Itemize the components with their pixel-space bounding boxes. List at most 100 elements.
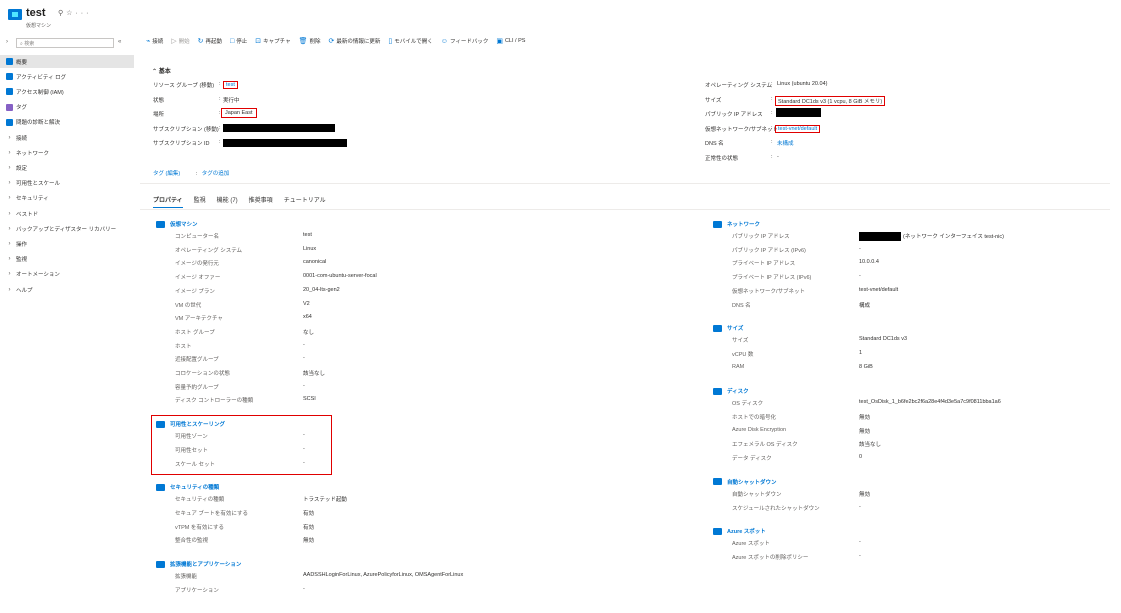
nav-item-label: 接続 bbox=[16, 135, 28, 142]
add-tags-link[interactable]: タグの追加 bbox=[202, 171, 230, 177]
property-label: パブリック IP アドレス bbox=[732, 234, 790, 240]
property-label: エフェメラル OS ディスク bbox=[732, 442, 798, 449]
section-header: 自動シャットダウン bbox=[713, 478, 777, 486]
property-label: RAM bbox=[732, 363, 745, 370]
log-icon bbox=[6, 73, 13, 81]
nav-item[interactable]: アクティビティ ログ bbox=[0, 70, 134, 83]
toolbar-button[interactable]: 🗑 削除 bbox=[299, 37, 321, 45]
section-title: サイズ bbox=[727, 326, 744, 333]
nav-item-label: タグ bbox=[16, 105, 28, 112]
tab[interactable]: プロパティ bbox=[153, 195, 183, 208]
nav-item[interactable]: タグ bbox=[0, 101, 134, 114]
nav-item[interactable]: アクセス制御 (IAM) bbox=[0, 85, 134, 98]
section-title: ネットワーク bbox=[727, 222, 761, 228]
property-label: コロケーションの状態 bbox=[175, 371, 230, 377]
property-value: 0 bbox=[859, 454, 863, 461]
section-header: 拡張機能とアプリケーション bbox=[156, 560, 241, 568]
nav-item-label: 設定 bbox=[16, 165, 28, 172]
restart-icon: ↻ bbox=[197, 38, 204, 45]
property-label: ホスト bbox=[175, 343, 192, 350]
toolbar-button[interactable]: ▯ モバイルで開く bbox=[388, 37, 432, 45]
chevron-right-icon: › bbox=[8, 134, 11, 141]
property-value: - bbox=[859, 539, 861, 546]
property-label: 容量予約グループ bbox=[175, 384, 219, 391]
redacted-subscription-id bbox=[223, 139, 347, 147]
property-value: SCSI bbox=[303, 396, 316, 403]
tab[interactable]: 監視 bbox=[194, 195, 206, 208]
property-value: 該当なし bbox=[303, 371, 326, 377]
toolbar-button-label: 接続 bbox=[152, 39, 164, 45]
nav-item[interactable]: › 接続 bbox=[0, 131, 134, 144]
toolbar-button[interactable]: ▷ 開始 bbox=[171, 37, 189, 45]
nav-item[interactable]: › 可用性とスケール bbox=[0, 177, 134, 190]
collapse-icon[interactable]: « bbox=[118, 39, 121, 45]
chevron-right-icon: › bbox=[8, 271, 11, 278]
toolbar-button[interactable]: ⌁ 接続 bbox=[146, 37, 163, 45]
page-subtitle: 仮想マシン bbox=[26, 23, 52, 29]
nav-item[interactable]: › ヘルプ bbox=[0, 283, 134, 296]
property-value: - bbox=[303, 585, 305, 592]
tags-edit-link[interactable]: タグ (編集) bbox=[153, 171, 180, 177]
nav-item[interactable]: 概要 bbox=[0, 55, 134, 68]
essentials-value: Linux (ubuntu 20.04) bbox=[777, 81, 828, 87]
section-title: ディスク bbox=[727, 389, 749, 396]
nav-item-label: ヘルプ bbox=[16, 287, 33, 294]
more-icon[interactable]: ··· bbox=[75, 10, 91, 17]
essentials-label: サブスクリプション (移動) bbox=[153, 126, 219, 133]
property-label: ホスト グループ bbox=[175, 329, 215, 336]
essentials-label: 正常性の状態 bbox=[705, 155, 739, 162]
nav-item[interactable]: › 操作 bbox=[0, 237, 134, 250]
property-value[interactable]: なし bbox=[303, 328, 314, 336]
nav-item[interactable]: › 監視 bbox=[0, 253, 134, 266]
nav-item[interactable]: › ネットワーク bbox=[0, 146, 134, 159]
toolbar-button[interactable]: ☺ フィードバック bbox=[441, 37, 489, 46]
property-value: Standard DC1ds v3 bbox=[859, 336, 907, 343]
property-label: セキュリティの種類 bbox=[175, 497, 225, 504]
property-value[interactable]: test-vnet/default bbox=[859, 287, 898, 293]
pin-icon[interactable]: ⚲ bbox=[58, 10, 66, 17]
toolbar-button-label: 削除 bbox=[309, 39, 321, 45]
wrench-icon bbox=[6, 118, 13, 126]
property-label: アプリケーション bbox=[175, 587, 219, 594]
property-value: 8 GiB bbox=[859, 363, 873, 370]
nav-dismiss-icon[interactable]: › bbox=[6, 39, 8, 45]
essentials-label: サイズ bbox=[705, 97, 722, 104]
section-header: ネットワーク bbox=[713, 220, 760, 228]
section-header: 仮想マシン bbox=[156, 220, 198, 228]
essentials-toggle[interactable]: ⌃ 基本 bbox=[152, 66, 171, 75]
essentials-value[interactable]: test bbox=[223, 81, 238, 89]
nav-item[interactable]: › セキュリティ bbox=[0, 192, 134, 205]
tab[interactable]: チュートリアル bbox=[284, 195, 326, 208]
toolbar-button[interactable]: □ 停止 bbox=[230, 37, 247, 46]
property-label: 整合性の監視 bbox=[175, 538, 209, 545]
property-value: - bbox=[859, 503, 861, 510]
redacted-network-public-ip bbox=[859, 232, 901, 241]
toolbar-button[interactable]: ↻ 再起動 bbox=[198, 37, 222, 45]
tab[interactable]: 機能 (7) bbox=[217, 195, 238, 208]
essentials-value[interactable]: test-vnet/default bbox=[775, 124, 821, 133]
nav-item[interactable]: › ベストド bbox=[0, 207, 134, 220]
chevron-right-icon: › bbox=[8, 240, 11, 247]
nav-item-label: オートメーション bbox=[16, 272, 60, 279]
property-value[interactable]: 構成 bbox=[859, 301, 870, 309]
section-header: ディスク bbox=[713, 387, 749, 395]
nav-item[interactable]: › オートメーション bbox=[0, 268, 134, 281]
divider bbox=[140, 183, 1110, 184]
nav-item[interactable]: › 設定 bbox=[0, 161, 134, 174]
nav-item[interactable]: › バックアップとディザスター リカバリー bbox=[0, 222, 134, 235]
page-title: test bbox=[26, 7, 46, 19]
nav-item-label: アクティビティ ログ bbox=[16, 74, 67, 81]
tag-icon bbox=[6, 103, 13, 111]
nav-item[interactable]: 問題の診断と解決 bbox=[0, 116, 134, 129]
toolbar-button[interactable]: ⊡ キャプチャ bbox=[255, 37, 290, 45]
nav-item-label: アクセス制御 (IAM) bbox=[16, 89, 64, 96]
chevron-right-icon: › bbox=[8, 225, 11, 232]
essentials-value[interactable]: 未構成 bbox=[777, 139, 794, 147]
toolbar-button[interactable]: ▣ CLI / PS bbox=[496, 37, 525, 45]
tab[interactable]: 推奨事項 bbox=[249, 195, 273, 208]
toolbar-button[interactable]: ⟳ 最新の情報に更新 bbox=[329, 37, 381, 45]
nav-search-input[interactable]: ⌕ 検索 bbox=[16, 38, 114, 48]
nav-item-label: バックアップとディザスター リカバリー bbox=[16, 226, 117, 233]
property-label: イメージ オファー bbox=[175, 275, 221, 282]
nav-item-label: ネットワーク bbox=[16, 150, 50, 157]
